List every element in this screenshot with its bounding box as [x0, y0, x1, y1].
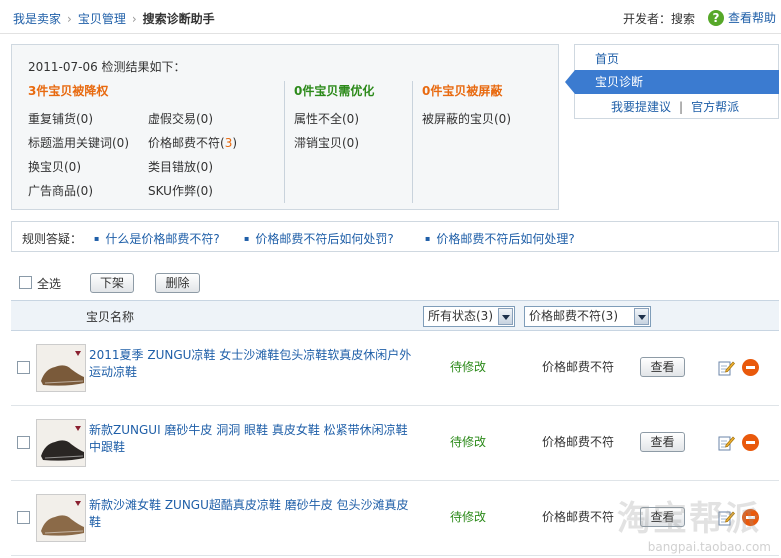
status-text: 待修改	[450, 435, 487, 449]
rule-link-handling[interactable]: 价格邮费不符后如何处理?	[425, 230, 574, 247]
breadcrumb: 我是卖家 › 宝贝管理 › 搜索诊断助手	[13, 10, 215, 27]
help-icon: ?	[708, 9, 724, 26]
side-nav: 首页 宝贝诊断 我要提建议 | 官方帮派	[565, 44, 779, 119]
item-blocked[interactable]: 被屏蔽的宝贝(0)	[422, 110, 511, 127]
help-label[interactable]: 查看帮助	[728, 9, 776, 26]
item-ad-goods[interactable]: 广告商品(0)	[28, 182, 93, 199]
reason-text: 价格邮费不符	[542, 360, 615, 374]
price-postage-close: )	[232, 136, 238, 150]
product-thumbnail[interactable]	[36, 494, 86, 542]
item-wrong-category[interactable]: 类目错放(0)	[148, 158, 213, 175]
product-title-link[interactable]: 新款ZUNGUI 磨砂牛皮 洞洞 眼鞋 真皮女鞋 松紧带休闲凉鞋中跟鞋	[89, 422, 419, 456]
item-duplicate[interactable]: 重复铺货(0)	[28, 110, 93, 127]
item-fake-trade[interactable]: 虚假交易(0)	[148, 110, 213, 127]
nav-links: 我要提建议 | 官方帮派	[611, 98, 739, 115]
table-row: 新款ZUNGUI 磨砂牛皮 洞洞 眼鞋 真皮女鞋 松紧带休闲凉鞋中跟鞋 待修改 价格…	[11, 406, 779, 481]
view-button[interactable]: 查看	[640, 432, 685, 452]
shoe-icon	[37, 420, 85, 466]
item-price-postage[interactable]: 价格邮费不符(3)	[148, 134, 237, 151]
summary-title: 2011-07-06 检测结果如下：	[28, 60, 186, 74]
breadcrumb-seller[interactable]: 我是卖家	[13, 12, 61, 26]
chevron-down-icon	[498, 308, 513, 325]
reason-text: 价格邮费不符	[542, 510, 615, 524]
status-text: 待修改	[450, 360, 487, 374]
column-divider	[412, 81, 413, 203]
nav-home[interactable]: 首页	[595, 50, 619, 67]
watermark-logo: 淘宝帮派	[617, 499, 761, 539]
chevron-down-icon	[634, 308, 649, 325]
view-button[interactable]: 查看	[640, 357, 685, 377]
help-link[interactable]: ? 查看帮助	[708, 9, 776, 26]
table-header: 宝贝名称 所有状态(3) 价格邮费不符(3)	[11, 300, 779, 331]
top-bar: 我是卖家 › 宝贝管理 › 搜索诊断助手 开发者：搜索 ? 查看帮助	[0, 0, 781, 34]
item-sku-cheat[interactable]: SKU作弊(0)	[148, 182, 213, 199]
item-slow-selling[interactable]: 滞销宝贝(0)	[294, 134, 359, 151]
breadcrumb-separator: ›	[131, 12, 137, 26]
nav-item-diagnosis[interactable]: 宝贝诊断	[575, 70, 779, 94]
item-swap[interactable]: 换宝贝(0)	[28, 158, 81, 175]
detection-summary: 2011-07-06 检测结果如下： 3件宝贝被降权 重复铺货(0) 虚假交易(…	[11, 44, 559, 210]
demoted-heading: 3件宝贝被降权	[28, 84, 109, 98]
rules-bar: 规则答疑： 什么是价格邮费不符? 价格邮费不符后如何处罚? 价格邮费不符后如何处…	[11, 221, 779, 252]
row-checkbox[interactable]	[17, 511, 30, 524]
product-title-link[interactable]: 2011夏季 ZUNGU凉鞋 女士沙滩鞋包头凉鞋软真皮休闲户外运动凉鞋	[89, 347, 419, 381]
optimize-heading: 0件宝贝需优化	[294, 84, 375, 98]
column-product-name: 宝贝名称	[86, 310, 135, 324]
shoe-icon	[37, 345, 85, 391]
delete-icon[interactable]	[742, 434, 759, 451]
status-filter-select[interactable]: 所有状态(3)	[423, 306, 515, 327]
delete-button[interactable]: 删除	[155, 273, 200, 293]
suggest-link[interactable]: 我要提建议	[611, 100, 671, 114]
select-all-label: 全选	[37, 277, 62, 291]
developer-label: 开发者：搜索	[623, 12, 696, 26]
delete-icon[interactable]	[742, 359, 759, 376]
item-keyword-abuse[interactable]: 标题滥用关键词(0)	[28, 134, 129, 151]
rules-label: 规则答疑：	[22, 232, 83, 246]
product-thumbnail[interactable]	[36, 419, 86, 467]
row-checkbox[interactable]	[17, 436, 30, 449]
reason-filter-select[interactable]: 价格邮费不符(3)	[524, 306, 651, 327]
edit-icon[interactable]	[718, 434, 735, 451]
forum-link[interactable]: 官方帮派	[691, 100, 739, 114]
item-attr-incomplete[interactable]: 属性不全(0)	[294, 110, 359, 127]
column-divider	[284, 81, 285, 203]
table-row: 2011夏季 ZUNGU凉鞋 女士沙滩鞋包头凉鞋软真皮休闲户外运动凉鞋 待修改 价格…	[11, 331, 779, 406]
select-all-checkbox[interactable]	[19, 276, 32, 289]
breadcrumb-separator: ›	[67, 12, 72, 26]
reason-filter-value: 价格邮费不符(3)	[529, 309, 618, 323]
blocked-heading: 0件宝贝被屏蔽	[422, 84, 503, 98]
reason-text: 价格邮费不符	[542, 435, 615, 449]
edit-icon[interactable]	[718, 359, 735, 376]
rule-link-what[interactable]: 什么是价格邮费不符?	[94, 230, 219, 247]
item-price-postage-label: 价格邮费不符(	[148, 136, 225, 150]
watermark-url: bangpai.taobao.com	[647, 540, 771, 554]
breadcrumb-item-manage[interactable]: 宝贝管理	[78, 12, 126, 26]
row-checkbox[interactable]	[17, 361, 30, 374]
page-title: 搜索诊断助手	[142, 12, 215, 26]
shoe-icon	[37, 495, 85, 541]
status-filter-value: 所有状态(3)	[428, 309, 493, 323]
rule-link-penalty[interactable]: 价格邮费不符后如何处罚?	[244, 230, 393, 247]
delist-button[interactable]: 下架	[90, 273, 134, 293]
nav-active-pointer	[565, 70, 575, 94]
status-text: 待修改	[450, 510, 487, 524]
product-thumbnail[interactable]	[36, 344, 86, 392]
product-title-link[interactable]: 新款沙滩女鞋 ZUNGU超酷真皮凉鞋 磨砂牛皮 包头沙滩真皮鞋	[89, 497, 419, 531]
nav-divider: |	[679, 100, 684, 114]
